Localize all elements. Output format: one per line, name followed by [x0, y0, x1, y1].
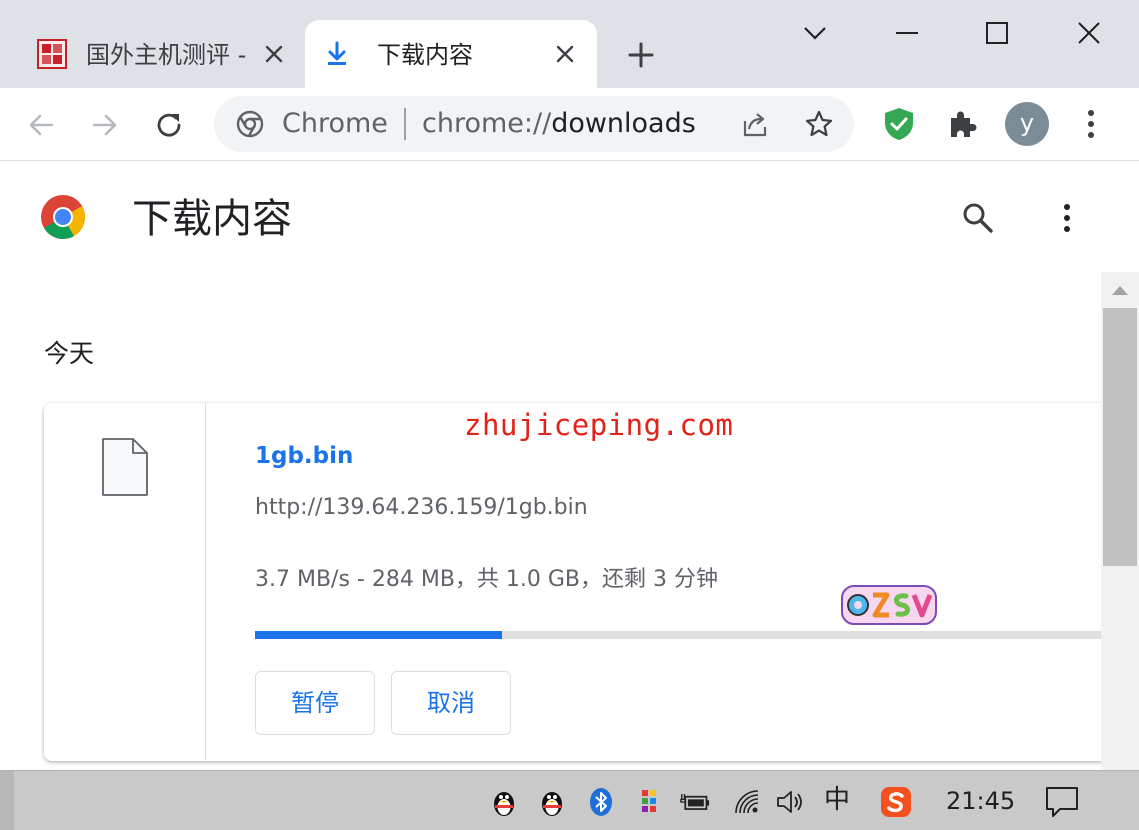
tab-search-chevron-icon[interactable]	[800, 18, 830, 48]
download-source-url[interactable]: http://139.64.236.159/1gb.bin	[255, 493, 588, 523]
notification-center-icon[interactable]	[1044, 785, 1080, 819]
file-icon	[102, 438, 148, 496]
address-bar[interactable]: Chrome chrome://downloads	[214, 96, 854, 152]
chrome-logo-icon	[41, 195, 85, 239]
battery-charging-icon[interactable]	[680, 787, 710, 817]
qq-penguin-icon[interactable]	[489, 787, 519, 817]
chrome-site-icon	[236, 110, 264, 138]
download-icon	[328, 41, 346, 65]
bluetooth-icon[interactable]	[586, 787, 616, 817]
chip-separator	[404, 108, 406, 140]
color-grid-app-icon[interactable]	[634, 787, 664, 817]
page-scrollbar[interactable]	[1101, 272, 1139, 770]
scroll-up-arrow-icon[interactable]	[1101, 272, 1139, 308]
minimize-icon[interactable]	[892, 18, 922, 48]
input-method-indicator[interactable]: 中	[824, 783, 850, 817]
shield-check-icon[interactable]	[881, 106, 917, 142]
downloads-list: 今天 1gb.bin http://139.64.236.159/1gb.bin…	[0, 272, 1101, 770]
site-watermark: zhujiceping.com	[464, 408, 734, 442]
browser-toolbar: Chrome chrome://downloads y	[0, 88, 1139, 161]
reload-icon[interactable]	[152, 108, 186, 142]
cancel-button[interactable]: 取消	[391, 671, 511, 735]
url-path: downloads	[551, 108, 696, 139]
close-tab-icon[interactable]	[553, 42, 577, 66]
tab-title: 国外主机测评 -	[86, 41, 247, 69]
tab-strip: 国外主机测评 - 下载内容	[0, 0, 1139, 88]
download-progress-bar	[255, 631, 1101, 639]
browser-window: 国外主机测评 - 下载内容 Chrome chrome://downloads …	[0, 0, 1139, 830]
pause-button[interactable]: 暂停	[255, 671, 375, 735]
download-progress-fill	[255, 631, 503, 639]
tab-downloads[interactable]: 下载内容	[305, 20, 597, 88]
sogou-ime-icon[interactable]	[880, 786, 912, 818]
taskbar-edge	[0, 771, 14, 830]
url-scheme: chrome://	[422, 108, 552, 139]
download-status: 3.7 MB/s - 284 MB，共 1.0 GB，还剩 3 分钟	[255, 567, 719, 592]
close-tab-icon[interactable]	[262, 42, 286, 66]
site-chip: Chrome	[282, 108, 388, 139]
new-tab-icon[interactable]	[622, 36, 660, 74]
extensions-puzzle-icon[interactable]	[945, 106, 981, 142]
more-actions-icon[interactable]	[1054, 200, 1080, 236]
volume-icon[interactable]	[775, 787, 805, 817]
download-icon-column	[44, 403, 206, 761]
scroll-thumb[interactable]	[1103, 308, 1137, 566]
maximize-icon[interactable]	[982, 18, 1012, 48]
back-icon[interactable]	[24, 108, 58, 142]
qq-penguin-icon[interactable]	[537, 787, 567, 817]
ozsv-sticker-icon	[841, 585, 937, 625]
profile-avatar[interactable]: y	[1005, 102, 1049, 146]
taskbar-clock[interactable]: 21:45	[946, 785, 1015, 817]
tab-zhujiceping[interactable]: 国外主机测评 -	[20, 20, 300, 88]
browser-menu-icon[interactable]	[1076, 106, 1106, 142]
download-file-name[interactable]: 1gb.bin	[255, 441, 353, 471]
download-item: 1gb.bin http://139.64.236.159/1gb.bin 3.…	[44, 403, 1101, 761]
search-icon[interactable]	[960, 200, 996, 236]
url-text[interactable]: chrome://downloads	[422, 108, 696, 140]
date-heading: 今天	[44, 339, 95, 368]
windows-taskbar: 中 21:45	[0, 770, 1139, 830]
bookmark-star-icon[interactable]	[804, 109, 834, 139]
share-icon[interactable]	[740, 109, 770, 139]
downloads-header: 下载内容	[0, 162, 1139, 272]
close-window-icon[interactable]	[1074, 18, 1104, 48]
forward-icon[interactable]	[88, 108, 122, 142]
tab-title: 下载内容	[377, 41, 473, 69]
wifi-icon[interactable]	[732, 787, 762, 817]
page-title: 下载内容	[132, 196, 292, 242]
seal-icon	[37, 39, 67, 69]
